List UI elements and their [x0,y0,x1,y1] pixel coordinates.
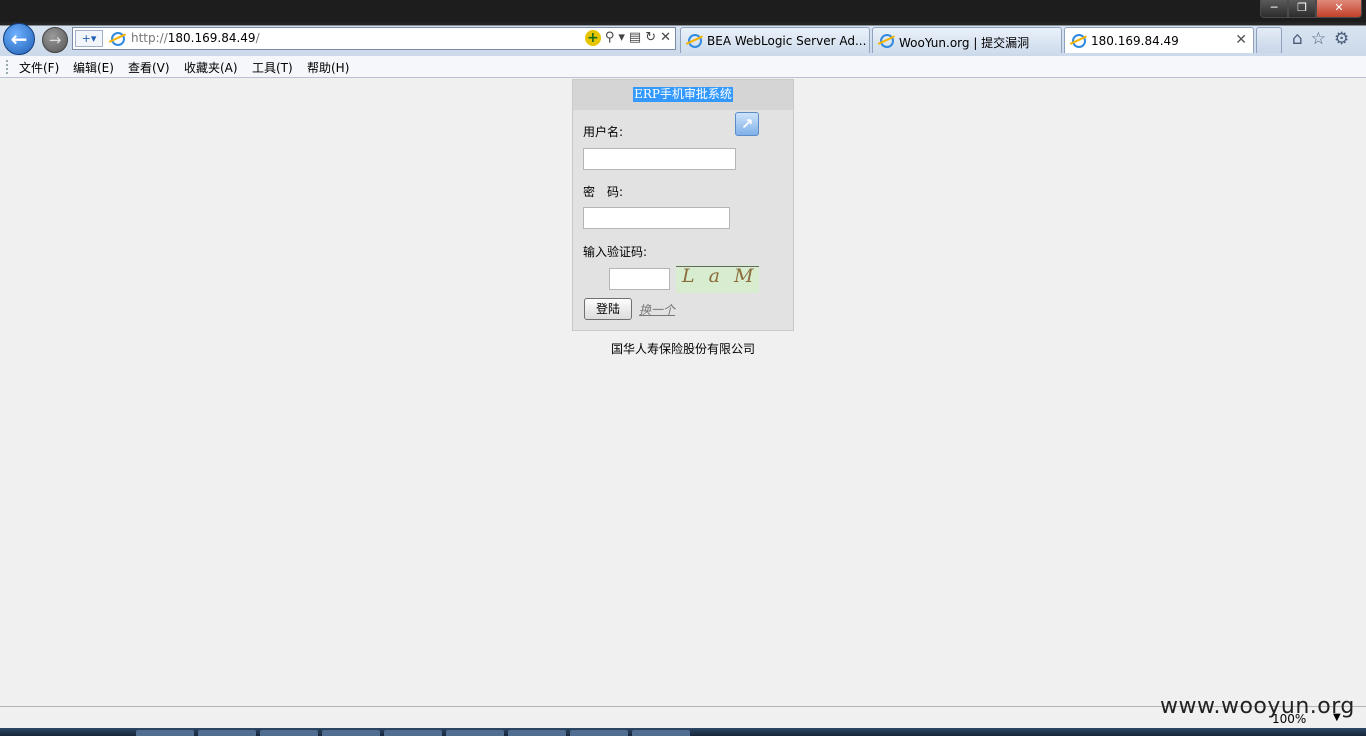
back-icon[interactable]: ← [3,23,35,55]
external-link-icon[interactable]: ↗ [735,112,759,136]
home-icon[interactable]: ⌂ [1292,29,1303,49]
tab-label: 180.169.84.49 [1091,34,1179,48]
url-path: / [255,31,260,45]
gear-icon[interactable]: ⚙ [1334,29,1349,49]
password-label: 密 码: [583,185,624,199]
window-title-area [0,0,1366,22]
username-input[interactable] [583,148,736,170]
favorites-star-icon[interactable]: ☆ [1311,29,1326,49]
addon-plus-icon[interactable]: + [584,30,601,46]
ie-icon [880,34,894,48]
taskbar-item[interactable] [322,730,380,736]
watermark: www.wooyun.org [1160,694,1355,719]
window-controls: ─ ❐ ✕ [1260,0,1362,18]
forward-icon[interactable]: → [42,27,68,53]
search-icon[interactable]: ⚲ [605,30,615,46]
compat-view-icon[interactable]: +▾ [75,30,103,47]
ie-icon [111,32,125,46]
browser-right-icons: ⌂ ☆ ⚙ [1292,29,1349,49]
menu-favorites[interactable]: 收藏夹(A) [184,59,238,76]
ie-icon [1072,34,1086,48]
login-button[interactable]: 登陆 [584,298,632,320]
taskbar-item[interactable] [260,730,318,736]
taskbar-item[interactable] [508,730,566,736]
login-panel: ERP手机审批系统 ↗ 用户名: 密 码: 输入验证码: L a M 登陆 换一… [572,79,794,331]
menu-help[interactable]: 帮助(H) [307,59,349,76]
taskbar-item[interactable] [198,730,256,736]
login-header: ERP手机审批系统 [573,80,793,110]
password-input[interactable] [583,207,730,229]
menu-view[interactable]: 查看(V) [128,59,170,76]
dropdown-arrow-icon[interactable]: ▾ [618,30,625,46]
menu-edit[interactable]: 编辑(E) [73,59,114,76]
captcha-image[interactable]: L a M [676,265,759,293]
stop-icon[interactable]: ✕ [660,30,671,46]
address-tools: + ⚲ ▾ ▤ ↻ ✕ [584,30,671,46]
captcha-input[interactable] [609,268,670,290]
menu-bar: 文件(F) 编辑(E) 查看(V) 收藏夹(A) 工具(T) 帮助(H) [0,56,1366,78]
taskbar-item[interactable] [570,730,628,736]
url-protocol: http:// [131,31,168,45]
refresh-icon[interactable]: ↻ [645,30,656,46]
url-host: 180.169.84.49 [167,31,256,45]
tab-weblogic[interactable]: BEA WebLogic Server Ad... [680,27,870,53]
taskbar-item[interactable] [384,730,442,736]
close-tab-icon[interactable]: ✕ [1235,32,1247,48]
menu-tools[interactable]: 工具(T) [252,59,293,76]
compat-page-icon[interactable]: ▤ [629,30,641,46]
menu-file[interactable]: 文件(F) [19,59,59,76]
minimize-button[interactable]: ─ [1260,0,1288,18]
login-title: ERP手机审批系统 [633,87,733,102]
company-name: 国华人寿保险股份有限公司 [610,342,755,356]
taskbar-item[interactable] [632,730,690,736]
address-bar[interactable]: +▾ http://180.169.84.49/ + ⚲ ▾ ▤ ↻ ✕ [72,27,676,50]
tab-label: WooYun.org | 提交漏洞 [899,36,1030,50]
tab-label: BEA WebLogic Server Ad... [707,34,867,48]
menu-grip [6,60,11,74]
username-label: 用户名: [583,125,624,139]
captcha-label: 输入验证码: [583,245,648,259]
change-captcha-link[interactable]: 换一个 [639,301,675,318]
tab-wooyun[interactable]: WooYun.org | 提交漏洞 [872,27,1062,53]
taskbar-item[interactable] [446,730,504,736]
address-url[interactable]: http://180.169.84.49/ [131,31,260,45]
new-tab-button[interactable] [1256,27,1282,53]
ie-icon [688,34,702,48]
maximize-button[interactable]: ❐ [1288,0,1316,18]
taskbar-item[interactable] [136,730,194,736]
tab-current[interactable]: 180.169.84.49 ✕ [1064,27,1254,53]
close-window-button[interactable]: ✕ [1316,0,1362,18]
